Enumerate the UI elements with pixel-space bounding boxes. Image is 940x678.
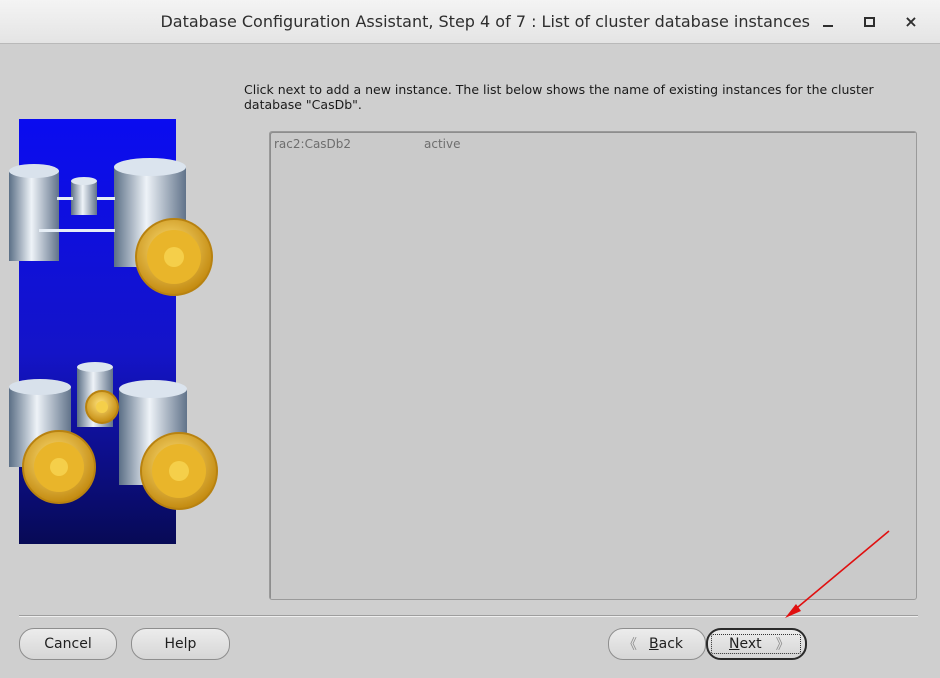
instructions-text: Click next to add a new instance. The li… <box>244 82 874 112</box>
next-button[interactable]: Next 》 <box>706 628 807 660</box>
cancel-button[interactable]: Cancel <box>19 628 117 660</box>
window-title: Database Configuration Assistant, Step 4… <box>160 12 810 31</box>
gear-icon <box>85 390 119 424</box>
next-label: Next <box>729 636 762 652</box>
window-titlebar[interactable]: Database Configuration Assistant, Step 4… <box>0 0 940 44</box>
maximize-icon <box>863 17 875 27</box>
help-button[interactable]: Help <box>131 628 230 660</box>
gear-icon <box>140 432 218 510</box>
back-label: Back <box>649 636 683 652</box>
footer-divider <box>19 615 918 617</box>
chevron-right-icon: 》 <box>775 637 790 653</box>
minimize-icon <box>823 25 833 27</box>
instance-status: active <box>424 137 461 151</box>
instance-list[interactable]: rac2:CasDb2 active <box>269 131 917 600</box>
database-cylinder-icon <box>9 164 59 261</box>
chevron-left-icon: 《 <box>623 637 637 653</box>
back-button[interactable]: 《 Back <box>608 628 706 660</box>
minimize-button[interactable] <box>816 10 840 34</box>
database-illustration <box>9 119 218 544</box>
instance-name: rac2:CasDb2 <box>274 137 352 151</box>
maximize-button[interactable] <box>857 10 881 34</box>
database-cylinder-icon <box>71 177 97 215</box>
gear-icon <box>22 430 96 504</box>
close-icon: × <box>904 12 918 31</box>
close-button[interactable]: × <box>899 10 923 34</box>
focus-ring: Next 》 <box>711 634 801 654</box>
gear-icon <box>135 218 213 296</box>
